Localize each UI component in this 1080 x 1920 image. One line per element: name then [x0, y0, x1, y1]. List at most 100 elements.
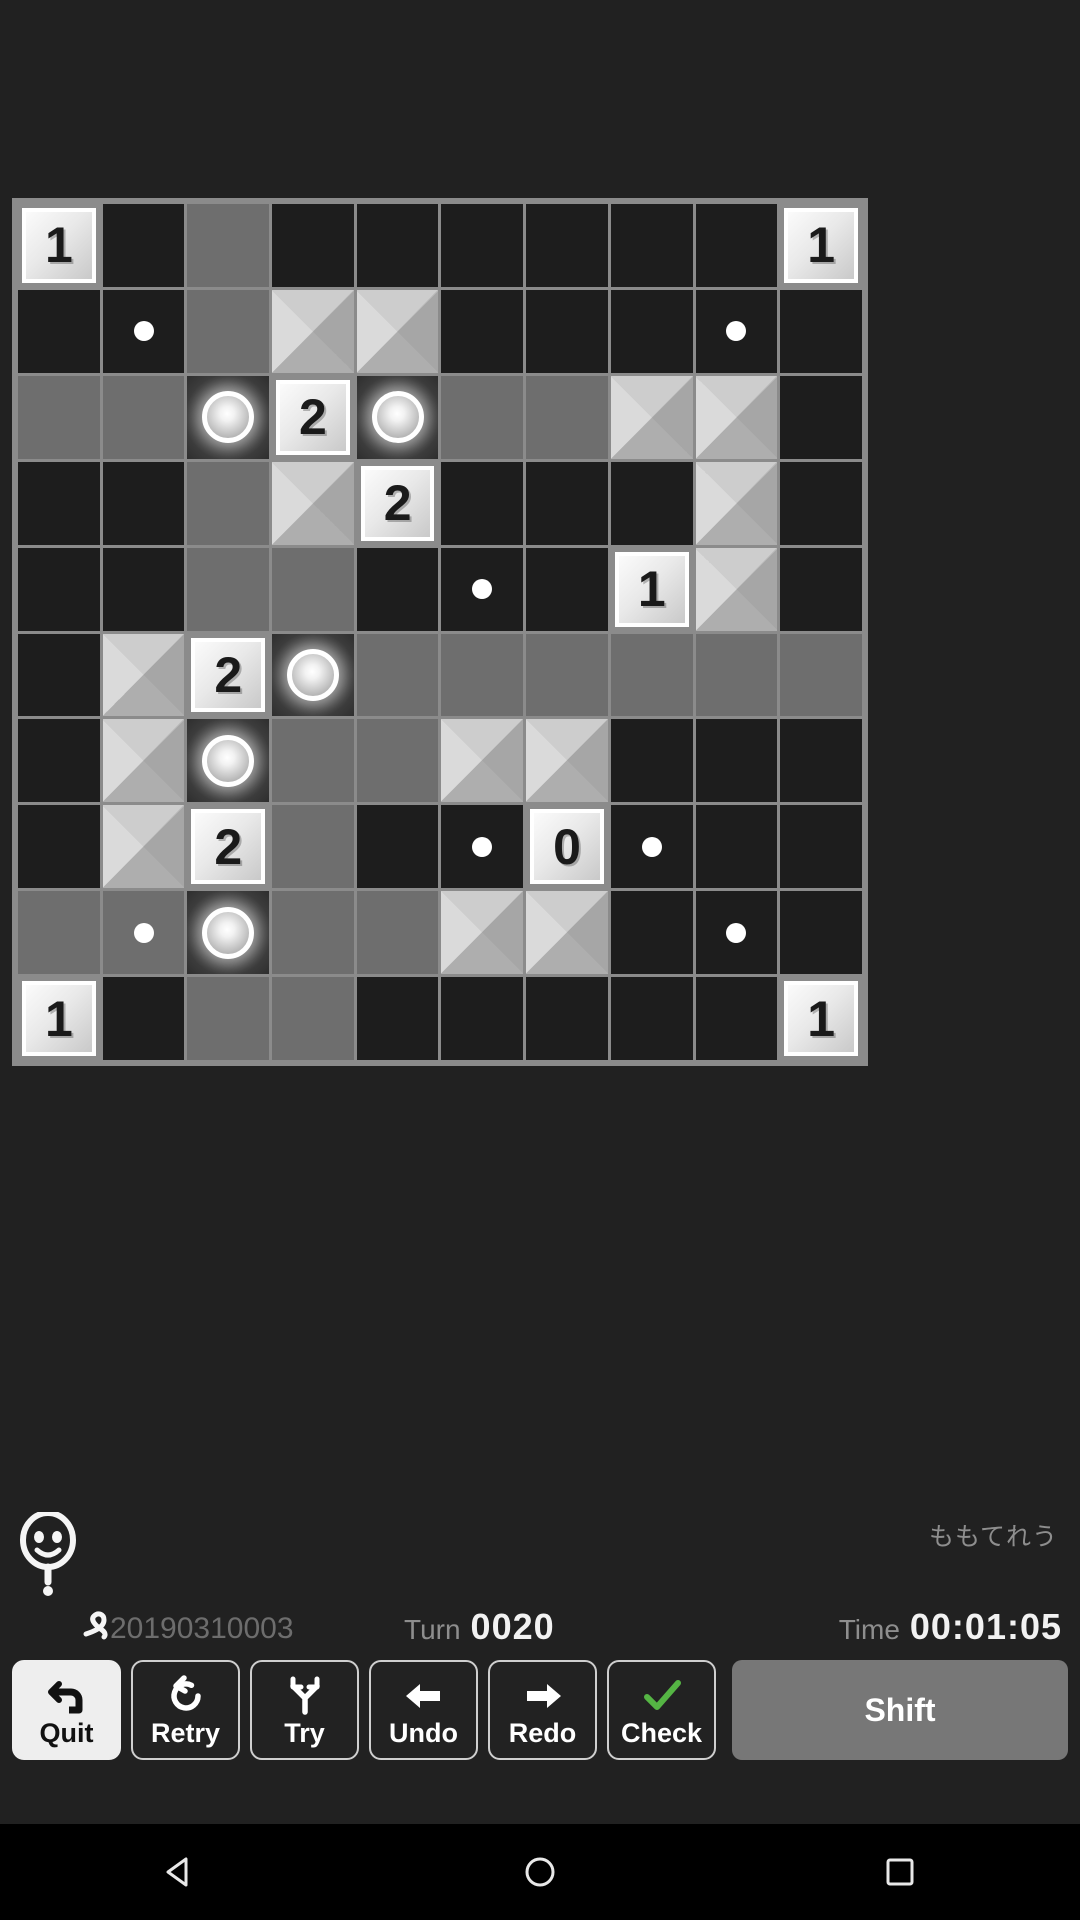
grid-lamp-cell[interactable]: [187, 375, 270, 459]
grid-lit-cell[interactable]: [441, 375, 524, 459]
grid-block-cell[interactable]: [102, 805, 185, 889]
nav-home-button[interactable]: [480, 1842, 600, 1902]
grid-empty-cell[interactable]: [695, 977, 778, 1060]
check-button[interactable]: Check: [607, 1660, 716, 1760]
grid-empty-cell[interactable]: [780, 547, 862, 631]
grid-empty-cell[interactable]: [695, 204, 778, 287]
grid-lit-cell[interactable]: [272, 805, 354, 889]
grid-marked-cell[interactable]: [441, 547, 524, 631]
retry-button[interactable]: Retry: [131, 1660, 240, 1760]
grid-empty-cell[interactable]: [102, 547, 185, 631]
grid-lit-cell[interactable]: [187, 547, 270, 631]
grid-marked-cell[interactable]: [610, 805, 693, 889]
nav-recents-button[interactable]: [840, 1842, 960, 1902]
grid-marked-cell[interactable]: [102, 891, 185, 975]
grid-empty-cell[interactable]: [695, 719, 778, 803]
grid-lit-cell[interactable]: [272, 547, 354, 631]
grid-block-cell[interactable]: [695, 461, 778, 545]
grid-lit-cell[interactable]: [187, 977, 270, 1060]
grid-block-cell[interactable]: [526, 891, 608, 975]
grid-empty-cell[interactable]: [18, 633, 100, 717]
grid-clue-cell[interactable]: 0: [526, 805, 608, 889]
grid-empty-cell[interactable]: [780, 891, 862, 975]
grid-empty-cell[interactable]: [272, 204, 354, 287]
grid-marked-cell[interactable]: [695, 891, 778, 975]
grid-empty-cell[interactable]: [610, 891, 693, 975]
grid-empty-cell[interactable]: [441, 289, 524, 373]
nav-back-button[interactable]: [120, 1842, 240, 1902]
grid-lit-cell[interactable]: [272, 719, 354, 803]
grid-block-cell[interactable]: [526, 719, 608, 803]
grid-empty-cell[interactable]: [610, 204, 693, 287]
grid-block-cell[interactable]: [441, 719, 524, 803]
grid-empty-cell[interactable]: [18, 461, 100, 545]
grid-empty-cell[interactable]: [102, 461, 185, 545]
grid-empty-cell[interactable]: [695, 805, 778, 889]
grid-clue-cell[interactable]: 2: [187, 633, 270, 717]
grid-empty-cell[interactable]: [526, 204, 608, 287]
grid-block-cell[interactable]: [272, 461, 354, 545]
grid-block-cell[interactable]: [102, 719, 185, 803]
grid-lit-cell[interactable]: [356, 891, 439, 975]
grid-clue-cell[interactable]: 1: [18, 977, 100, 1060]
grid-clue-cell[interactable]: 2: [272, 375, 354, 459]
grid-clue-cell[interactable]: 1: [18, 204, 100, 287]
grid-block-cell[interactable]: [272, 289, 354, 373]
grid-empty-cell[interactable]: [441, 461, 524, 545]
grid-empty-cell[interactable]: [356, 547, 439, 631]
grid-lit-cell[interactable]: [272, 891, 354, 975]
grid-empty-cell[interactable]: [18, 289, 100, 373]
grid-empty-cell[interactable]: [526, 547, 608, 631]
grid-empty-cell[interactable]: [102, 977, 185, 1060]
undo-button[interactable]: Undo: [369, 1660, 478, 1760]
grid-lit-cell[interactable]: [441, 633, 524, 717]
grid-empty-cell[interactable]: [102, 204, 185, 287]
grid-clue-cell[interactable]: 2: [356, 461, 439, 545]
grid-block-cell[interactable]: [441, 891, 524, 975]
grid-empty-cell[interactable]: [610, 977, 693, 1060]
try-button[interactable]: Try: [250, 1660, 359, 1760]
grid-lamp-cell[interactable]: [356, 375, 439, 459]
grid-empty-cell[interactable]: [526, 289, 608, 373]
grid-lit-cell[interactable]: [526, 633, 608, 717]
grid-block-cell[interactable]: [102, 633, 185, 717]
grid-empty-cell[interactable]: [780, 375, 862, 459]
grid-lit-cell[interactable]: [187, 289, 270, 373]
grid-block-cell[interactable]: [610, 375, 693, 459]
grid-lamp-cell[interactable]: [187, 891, 270, 975]
grid-empty-cell[interactable]: [780, 719, 862, 803]
redo-button[interactable]: Redo: [488, 1660, 597, 1760]
grid-lamp-cell[interactable]: [272, 633, 354, 717]
grid-empty-cell[interactable]: [356, 977, 439, 1060]
shift-button[interactable]: Shift: [732, 1660, 1068, 1760]
grid-block-cell[interactable]: [695, 547, 778, 631]
grid-lit-cell[interactable]: [356, 719, 439, 803]
grid-empty-cell[interactable]: [610, 289, 693, 373]
grid-empty-cell[interactable]: [780, 805, 862, 889]
grid-lit-cell[interactable]: [18, 375, 100, 459]
grid-clue-cell[interactable]: 1: [610, 547, 693, 631]
grid-clue-cell[interactable]: 1: [780, 204, 862, 287]
grid-empty-cell[interactable]: [356, 805, 439, 889]
grid-lit-cell[interactable]: [526, 375, 608, 459]
grid-lit-cell[interactable]: [187, 204, 270, 287]
grid-empty-cell[interactable]: [356, 204, 439, 287]
grid-block-cell[interactable]: [356, 289, 439, 373]
grid-lit-cell[interactable]: [610, 633, 693, 717]
grid-clue-cell[interactable]: 2: [187, 805, 270, 889]
grid-lit-cell[interactable]: [187, 461, 270, 545]
grid-block-cell[interactable]: [695, 375, 778, 459]
grid-marked-cell[interactable]: [695, 289, 778, 373]
grid-lit-cell[interactable]: [18, 891, 100, 975]
grid-empty-cell[interactable]: [441, 977, 524, 1060]
grid-lit-cell[interactable]: [102, 375, 185, 459]
grid-lit-cell[interactable]: [780, 633, 862, 717]
grid-empty-cell[interactable]: [610, 719, 693, 803]
quit-button[interactable]: Quit: [12, 1660, 121, 1760]
grid-empty-cell[interactable]: [18, 547, 100, 631]
grid-empty-cell[interactable]: [526, 977, 608, 1060]
grid-lit-cell[interactable]: [356, 633, 439, 717]
grid-empty-cell[interactable]: [18, 805, 100, 889]
grid-empty-cell[interactable]: [441, 204, 524, 287]
grid-empty-cell[interactable]: [610, 461, 693, 545]
